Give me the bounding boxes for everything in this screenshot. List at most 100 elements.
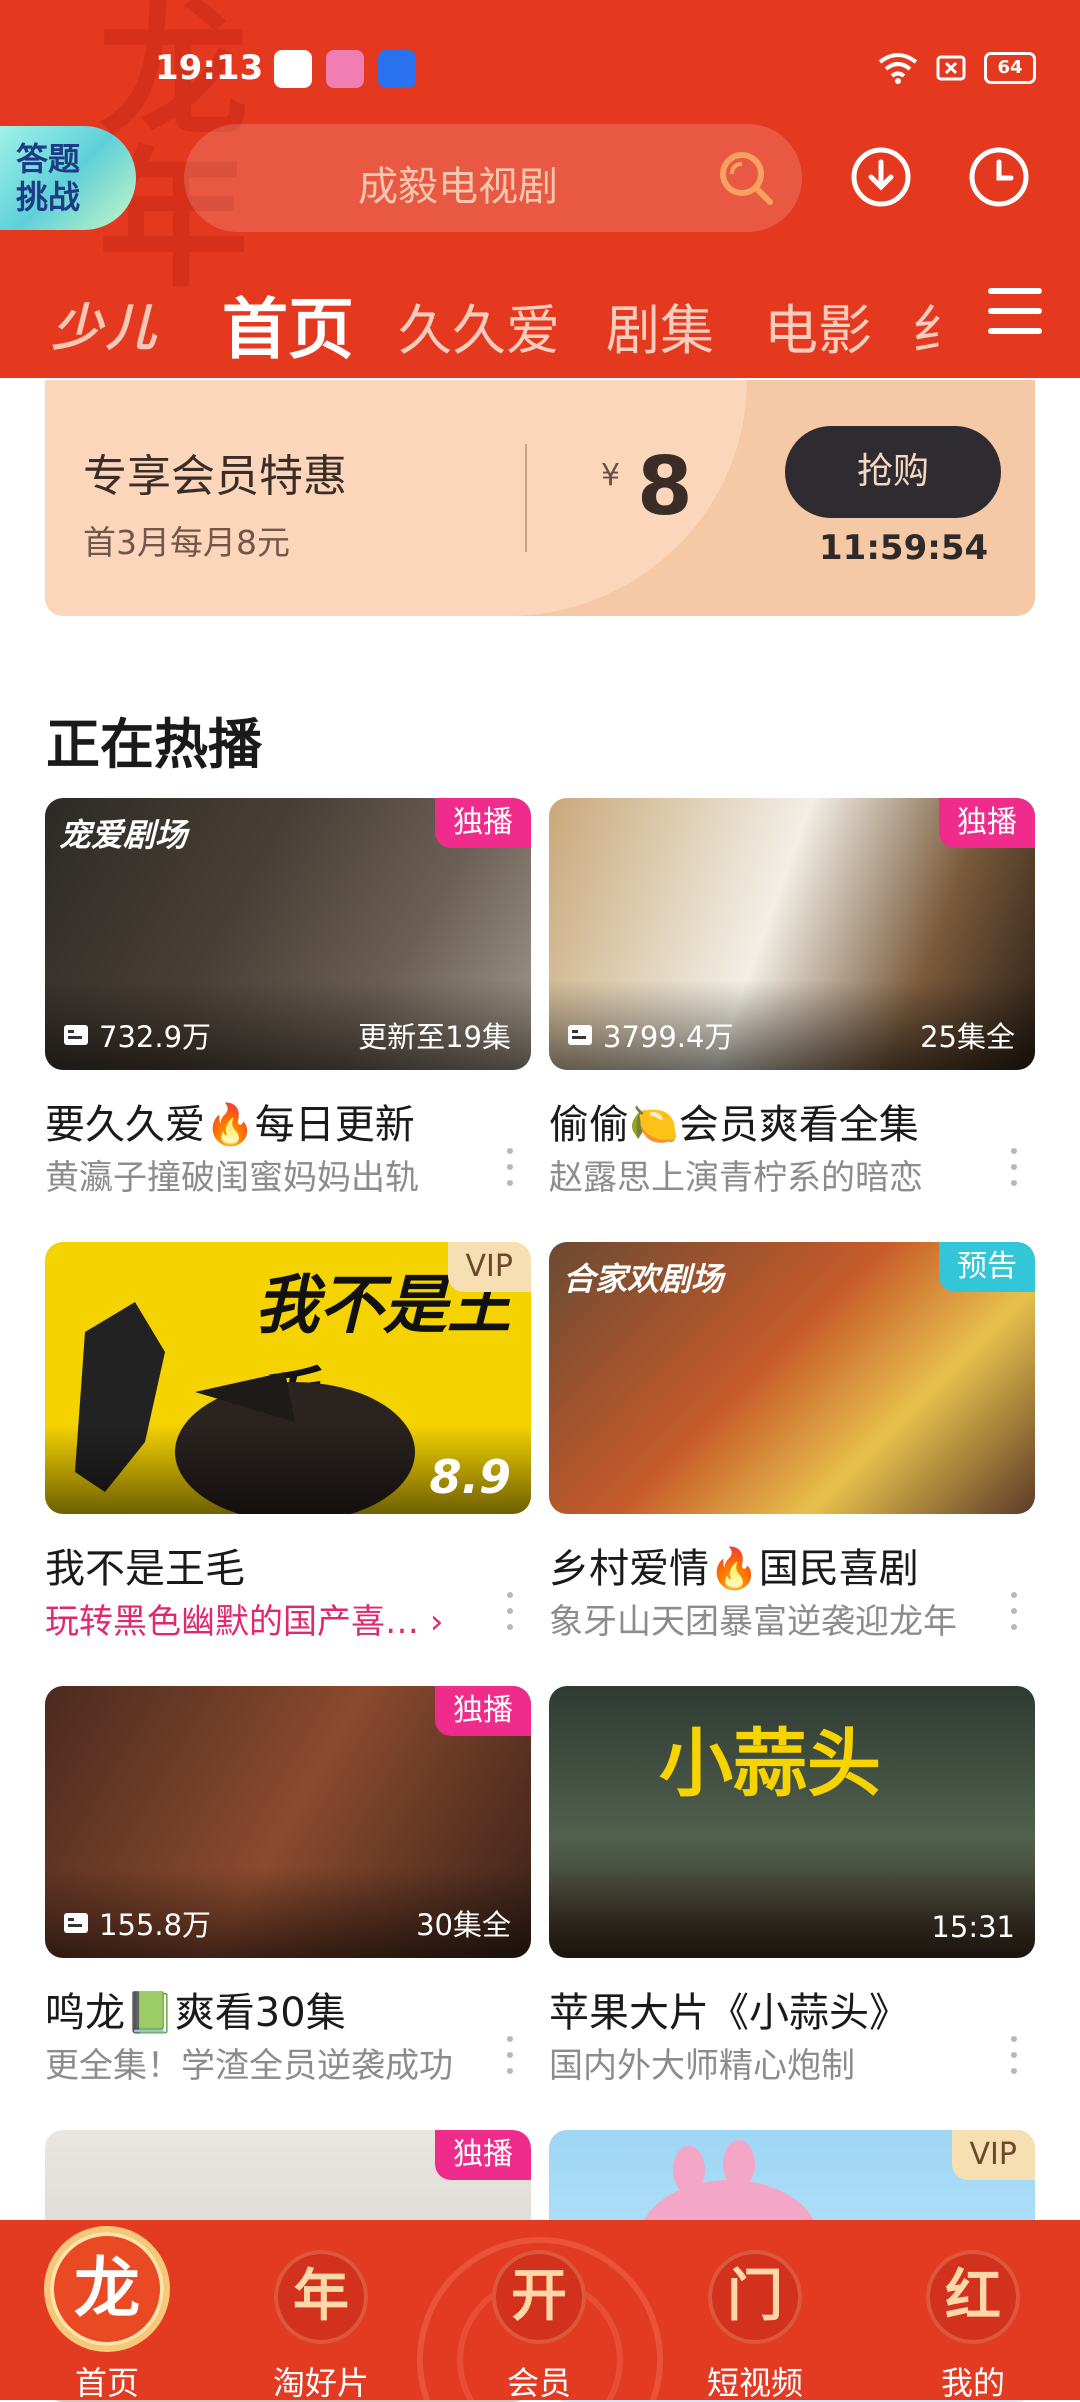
card-title[interactable]: 我不是王毛: [45, 1536, 245, 1594]
nav-vip-icon: 开: [492, 2250, 586, 2344]
bilibili-notification-icon: [326, 50, 364, 88]
video-card[interactable]: 合家欢剧场 预告 乡村爱情🔥国民喜剧 象牙山天团暴富逆袭迎龙年: [549, 1242, 1035, 1660]
episode-status: 25集全: [920, 1020, 1015, 1054]
section-title-now-playing: 正在热播: [46, 713, 262, 776]
tab-jiujiuai[interactable]: 久久爱: [398, 286, 560, 365]
bottom-navigation: 龙 首页 年 淘好片 开 会员 门 短视频 红 我的: [0, 2220, 1080, 2400]
tab-movies[interactable]: 电影: [764, 286, 872, 365]
kids-logo[interactable]: 少儿: [52, 288, 160, 360]
tab-series[interactable]: 剧集: [606, 286, 714, 365]
nav-browse-icon: 年: [274, 2250, 368, 2344]
video-thumbnail[interactable]: 宠爱剧场 独播 732.9万 更新至19集: [45, 798, 531, 1070]
nav-short-video-label: 短视频: [706, 2364, 803, 2400]
chevron-right-icon: ›: [429, 1602, 444, 1642]
video-card[interactable]: 小蒜头 15:31 苹果大片《小蒜头》 国内外大师精心炮制: [549, 1686, 1035, 2104]
nav-profile-label: 我的: [940, 2364, 1005, 2400]
battery-icon: 64: [984, 52, 1036, 84]
nav-home-icon: 龙: [50, 2232, 164, 2346]
video-card[interactable]: 独播 3799.4万 25集全 偷偷🍋会员爽看全集 赵露思上演青柠系的暗恋: [549, 798, 1035, 1216]
exclusive-badge: 独播: [435, 798, 531, 848]
more-options-icon[interactable]: [1011, 2036, 1019, 2074]
card-title[interactable]: 要久久爱🔥每日更新: [45, 1092, 415, 1150]
vip-promo-subtitle: 首3月每月8元: [83, 523, 290, 562]
exclusive-badge: 独播: [435, 2130, 531, 2180]
nav-short-video-icon: 门: [708, 2250, 802, 2344]
card-subtitle: 象牙山天团暴富逆袭迎龙年: [549, 1602, 957, 1642]
video-duration: 15:31: [931, 1910, 1015, 1944]
more-options-icon[interactable]: [507, 1148, 515, 1186]
card-subtitle: 国内外大师精心炮制: [549, 2046, 855, 2086]
more-options-icon[interactable]: [507, 1592, 515, 1630]
tab-home[interactable]: 首页: [222, 276, 354, 372]
video-thumbnail[interactable]: 小蒜头 15:31: [549, 1686, 1035, 1958]
nav-home-label: 首页: [74, 2364, 139, 2400]
vip-price: 8: [637, 440, 693, 533]
menu-icon[interactable]: [988, 288, 1042, 338]
rating-score: 8.9: [429, 1450, 512, 1504]
search-bar[interactable]: 成毅电视剧: [184, 124, 802, 232]
wifi-icon: [878, 53, 918, 84]
vip-divider: [525, 444, 527, 552]
video-thumbnail[interactable]: 独播 155.8万 30集全: [45, 1686, 531, 1958]
thumbnail-overlay-text: 小蒜头: [659, 1721, 881, 1807]
card-subtitle: 更全集！学渣全员逆袭成功: [45, 2046, 453, 2086]
nav-profile-icon: 红: [926, 2250, 1020, 2344]
video-thumbnail[interactable]: 合家欢剧场 预告: [549, 1242, 1035, 1514]
nav-short-video[interactable]: 门 短视频: [680, 2220, 830, 2400]
view-count-text: 155.8万: [99, 1908, 212, 1942]
nav-vip-label: 会员: [506, 2364, 571, 2400]
vip-promo-title: 专享会员特惠: [83, 451, 347, 502]
video-card[interactable]: 独播 155.8万 30集全 鸣龙📗爽看30集 更全集！学渣全员逆袭成功: [45, 1686, 531, 2104]
video-card[interactable]: VIP: [549, 2130, 1035, 2402]
episode-status: 更新至19集: [358, 1020, 511, 1054]
quiz-badge-line1: 答题: [16, 140, 81, 178]
nav-browse[interactable]: 年 淘好片: [246, 2220, 396, 2400]
vip-badge: VIP: [447, 1242, 531, 1292]
sim-off-icon: [936, 55, 966, 81]
history-clock-icon[interactable]: [968, 146, 1030, 208]
episode-status: 30集全: [416, 1908, 511, 1942]
download-icon[interactable]: [850, 146, 912, 208]
thumbnail-overlay-text: 宠爱剧场: [59, 816, 188, 854]
view-count-text: 732.9万: [99, 1020, 212, 1054]
nav-profile[interactable]: 红 我的: [898, 2220, 1048, 2400]
infinity-app-icon: [378, 50, 416, 88]
exclusive-badge: 独播: [435, 1686, 531, 1736]
card-title[interactable]: 乡村爱情🔥国民喜剧: [549, 1536, 919, 1594]
search-placeholder: 成毅电视剧: [358, 164, 558, 210]
card-subtitle: 赵露思上演青柠系的暗恋: [549, 1158, 923, 1198]
vip-badge: VIP: [951, 2130, 1035, 2180]
search-icon[interactable]: [716, 148, 776, 208]
more-options-icon[interactable]: [1011, 1592, 1019, 1630]
card-subtitle-text: 玩转黑色幽默的国产喜…: [45, 1602, 419, 1642]
vip-buy-button[interactable]: 抢购: [785, 426, 1001, 518]
category-tabs: 少儿 首页 久久爱 剧集 电影 纟: [0, 258, 1080, 368]
nav-home[interactable]: 龙 首页: [32, 2220, 182, 2400]
card-title[interactable]: 偷偷🍋会员爽看全集: [549, 1092, 919, 1150]
view-count: 155.8万: [63, 1902, 211, 1944]
more-options-icon[interactable]: [1011, 1148, 1019, 1186]
vip-promo-banner[interactable]: 专享会员特惠 首3月每月8元 ¥ 8 抢购 11:59:54: [45, 380, 1035, 616]
card-subtitle: 黄瀛子撞破闺蜜妈妈出轨: [45, 1158, 419, 1198]
vip-countdown: 11:59:54: [819, 528, 989, 568]
play-count-icon: [568, 1025, 592, 1045]
video-card[interactable]: 独播: [45, 2130, 531, 2402]
card-subtitle[interactable]: 玩转黑色幽默的国产喜… ›: [45, 1594, 443, 1643]
card-title[interactable]: 鸣龙📗爽看30集: [45, 1980, 346, 2038]
view-count: 732.9万: [63, 1014, 211, 1056]
thumbnail-overlay-text: 合家欢剧场: [563, 1260, 724, 1298]
quiz-challenge-badge[interactable]: 答题 挑战: [0, 126, 136, 230]
top-header: 龙年 19:13 64 答题 挑战 成毅电视剧 少儿 首页 久久爱 剧集 电影 …: [0, 0, 1080, 378]
video-card[interactable]: 宠爱剧场 独播 732.9万 更新至19集 要久久爱🔥每日更新 黄瀛子撞破闺蜜妈…: [45, 798, 531, 1216]
video-thumbnail[interactable]: 我不是王毛 VIP 8.9: [45, 1242, 531, 1514]
nav-vip[interactable]: 开 会员: [464, 2220, 614, 2400]
play-count-icon: [64, 1025, 88, 1045]
tab-variety-partial[interactable]: 纟: [912, 286, 966, 365]
vip-price-symbol: ¥: [601, 458, 621, 493]
exclusive-badge: 独播: [939, 798, 1035, 848]
video-card[interactable]: 我不是王毛 VIP 8.9 我不是王毛 玩转黑色幽默的国产喜… ›: [45, 1242, 531, 1660]
card-title[interactable]: 苹果大片《小蒜头》: [549, 1980, 909, 2038]
view-count: 3799.4万: [567, 1014, 733, 1056]
video-thumbnail[interactable]: 独播 3799.4万 25集全: [549, 798, 1035, 1070]
more-options-icon[interactable]: [507, 2036, 515, 2074]
